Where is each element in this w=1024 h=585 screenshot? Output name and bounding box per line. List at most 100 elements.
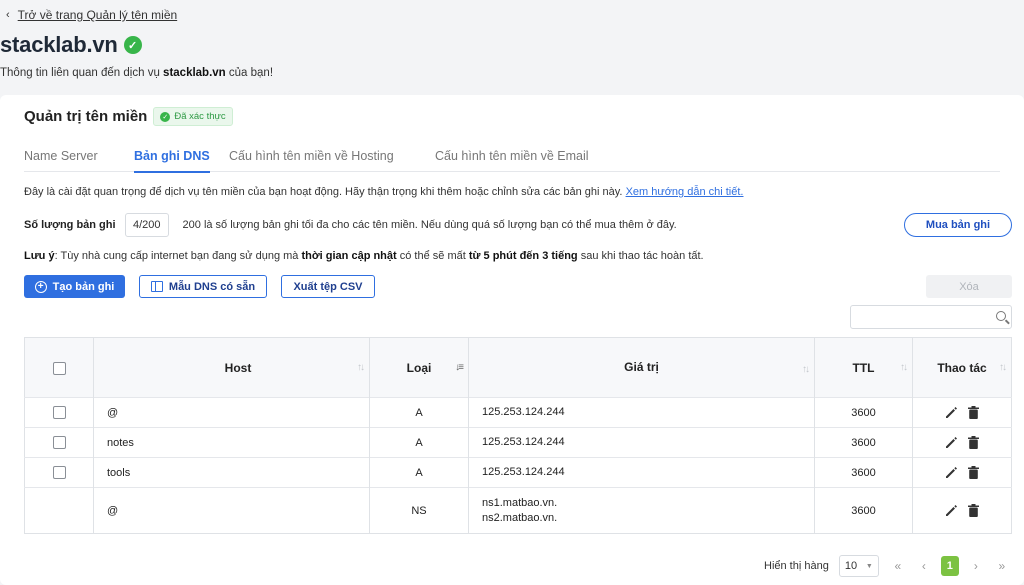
value-line-1: ns1.matbao.vn. (482, 496, 558, 509)
last-page-button[interactable]: » (993, 559, 1011, 573)
cell-host: @ (93, 397, 370, 428)
cell-ttl: 3600 (814, 427, 913, 458)
delete-icon[interactable] (968, 466, 980, 479)
page-subtitle: Thông tin liên quan đến dịch vụ stacklab… (0, 67, 273, 79)
tab-dns-records[interactable]: Bản ghi DNS (134, 149, 210, 173)
check-icon: ✓ (160, 111, 171, 122)
cell-actions (912, 427, 1012, 458)
cell-host: tools (93, 457, 370, 488)
buy-records-button[interactable]: Mua bản ghi (904, 213, 1012, 237)
table-row: notes A 125.253.124.244 3600 (24, 427, 1012, 458)
column-header-type[interactable]: Loại ↓≡ (369, 337, 469, 398)
note-text-1: : Tùy nhà cung cấp internet bạn đang sử … (54, 250, 302, 262)
sort-icon[interactable]: ↑↓ (999, 362, 1007, 373)
table-row: @ NS ns1.matbao.vn. ns2.matbao.vn. 3600 (24, 487, 1012, 534)
guide-link[interactable]: Xem hướng dẫn chi tiết. (626, 186, 744, 198)
cell-actions (912, 457, 1012, 488)
row-checkbox[interactable] (52, 436, 66, 449)
cell-value: ns1.matbao.vn. ns2.matbao.vn. (468, 487, 815, 534)
select-all-header (24, 337, 94, 398)
cell-ttl: 3600 (814, 397, 913, 428)
search-input[interactable] (850, 305, 1012, 329)
column-header-ttl[interactable]: TTL ↑↓ (814, 337, 913, 398)
cell-value: 125.253.124.244 (468, 457, 815, 488)
tab-name-server[interactable]: Name Server (24, 149, 98, 171)
current-page[interactable]: 1 (940, 556, 959, 576)
delete-icon[interactable] (968, 436, 980, 449)
sort-asc-icon[interactable]: ↓≡ (455, 362, 464, 373)
row-checkbox[interactable] (52, 466, 66, 479)
verified-badge: ✓ Đã xác thực (153, 107, 233, 126)
delete-button[interactable]: Xóa (926, 275, 1012, 298)
dns-records-table: Host ↑↓ Loại ↓≡ Giá trị ↑↓ TTL ↑↓ Thao tác ↑↓… (24, 337, 1012, 534)
cell-ttl: 3600 (814, 457, 913, 488)
caret-down-icon: ▼ (865, 562, 873, 570)
host-header-label: Host (224, 360, 252, 375)
create-record-label: Tạo bản ghi (52, 280, 115, 293)
record-count-desc: 200 là số lượng bản ghi tối đa cho các t… (182, 219, 677, 231)
cell-actions (912, 487, 1012, 534)
prev-page-button[interactable]: ‹ (915, 559, 933, 573)
cell-type: NS (369, 487, 469, 534)
cell-type: A (369, 457, 469, 488)
domain-name: stacklab.vn (0, 32, 118, 57)
rows-per-page-label: Hiển thị hàng (764, 560, 829, 572)
cell-type: A (369, 397, 469, 428)
subtitle-suffix: của bạn! (225, 67, 274, 79)
next-page-button[interactable]: › (967, 559, 985, 573)
delete-icon[interactable] (968, 406, 980, 419)
column-header-host[interactable]: Host ↑↓ (93, 337, 370, 398)
tab-email-config[interactable]: Cấu hình tên miền về Email (435, 149, 589, 171)
back-link-label: Trở về trang Quản lý tên miền (17, 8, 178, 22)
export-csv-button[interactable]: Xuất tệp CSV (281, 275, 375, 298)
record-count-value: 4/200 (125, 213, 169, 237)
edit-icon[interactable] (945, 466, 958, 479)
row-checkbox[interactable] (52, 406, 66, 419)
note-bold-2: từ 5 phút đến 3 tiếng (468, 250, 578, 262)
note-bold-1: thời gian cập nhật (301, 250, 397, 262)
ttl-header-label: TTL (852, 360, 875, 375)
note-text-2: có thể sẽ mất (396, 250, 469, 262)
edit-icon[interactable] (945, 406, 958, 419)
value-line-2: ns2.matbao.vn. (482, 511, 558, 524)
value-header-label: Giá trị (624, 360, 659, 374)
info-text: Đây là cài đặt quan trọng để dịch vụ tên… (24, 186, 743, 198)
select-all-checkbox[interactable] (52, 361, 66, 375)
info-message: Đây là cài đặt quan trọng để dịch vụ tên… (24, 186, 623, 198)
subtitle-domain: stacklab.vn (163, 67, 226, 79)
verified-check-icon: ✓ (123, 36, 142, 54)
tab-bar: Name Server Bản ghi DNS Cấu hình tên miề… (24, 145, 1000, 173)
page-size-value: 10 (844, 560, 858, 572)
search-icon (996, 311, 1006, 321)
pagination: Hiển thị hàng 10 ▼ « ‹ 1 › » (764, 555, 1019, 577)
update-note: Lưu ý: Tùy nhà cung cấp internet bạn đan… (24, 250, 704, 262)
cell-type: A (369, 427, 469, 458)
sort-icon[interactable]: ↑↓ (357, 362, 365, 373)
back-link[interactable]: ‹ Trở về trang Quản lý tên miền (6, 8, 177, 22)
template-icon (150, 281, 163, 292)
cell-value: 125.253.124.244 (468, 397, 815, 428)
tab-hosting-config[interactable]: Cấu hình tên miền về Hosting (229, 149, 394, 171)
note-prefix: Lưu ý (24, 250, 55, 262)
edit-icon[interactable] (945, 436, 958, 449)
subtitle-text: Thông tin liên quan đến dịch vụ (0, 67, 164, 79)
cell-host: @ (93, 487, 370, 534)
delete-icon[interactable] (968, 504, 980, 517)
page-size-select[interactable]: 10 ▼ (838, 555, 879, 577)
dns-template-button[interactable]: Mẫu DNS có sẵn (139, 275, 267, 298)
actions-header-label: Thao tác (937, 360, 987, 375)
type-header-label: Loại (406, 360, 432, 375)
verified-label: Đã xác thực (174, 111, 226, 122)
table-row: tools A 125.253.124.244 3600 (24, 457, 1012, 488)
column-header-value[interactable]: Giá trị ↑↓ (468, 337, 815, 398)
first-page-button[interactable]: « (889, 559, 907, 573)
record-count-label: Số lượng bản ghi (24, 219, 116, 231)
dns-template-label: Mẫu DNS có sẵn (168, 280, 256, 293)
column-header-actions[interactable]: Thao tác ↑↓ (912, 337, 1012, 398)
table-row: @ A 125.253.124.244 3600 (24, 397, 1012, 428)
sort-icon[interactable]: ↑↓ (802, 362, 810, 377)
create-record-button[interactable]: + Tạo bản ghi (24, 275, 125, 298)
chevron-left-icon: ‹ (6, 9, 10, 21)
edit-icon[interactable] (945, 504, 958, 517)
sort-icon[interactable]: ↑↓ (900, 362, 908, 373)
